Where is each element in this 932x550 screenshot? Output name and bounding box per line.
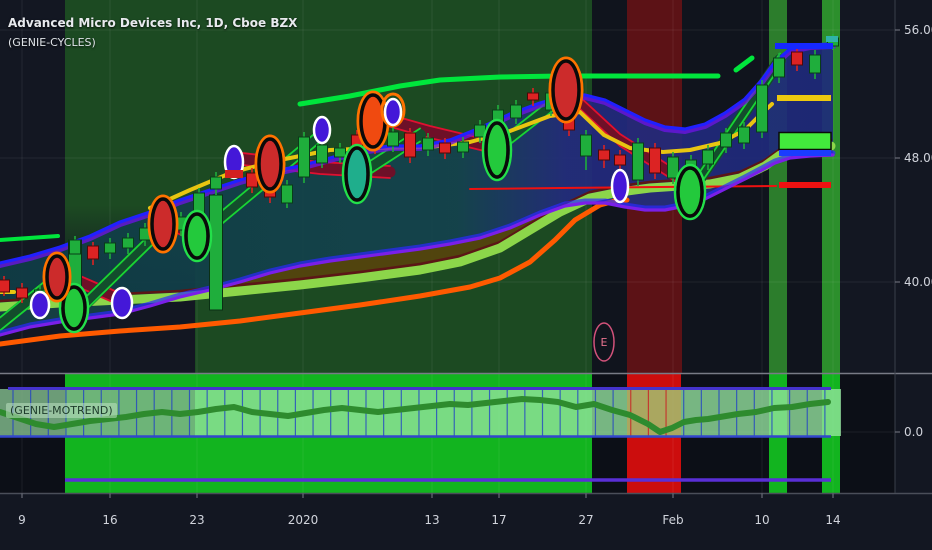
- candle-body[interactable]: [210, 176, 222, 190]
- candle-body[interactable]: [69, 239, 81, 255]
- buy-signal-oval[interactable]: [184, 212, 210, 260]
- last-value-marker: [775, 43, 833, 49]
- sell-signal-oval[interactable]: [150, 197, 176, 251]
- candle-body[interactable]: [316, 144, 328, 164]
- candle-body[interactable]: [510, 104, 522, 119]
- panel-background-band: [840, 374, 895, 493]
- candle-body[interactable]: [791, 51, 803, 66]
- candle-body[interactable]: [387, 131, 399, 147]
- candle-body[interactable]: [632, 142, 644, 181]
- lower-indicator-title[interactable]: (GENIE-MOTREND): [6, 403, 117, 418]
- last-value-marker: [826, 36, 838, 42]
- green-column-marker: [209, 194, 223, 311]
- pivot-signal-oval[interactable]: [29, 290, 51, 320]
- sell-signal-oval[interactable]: [45, 254, 69, 300]
- buy-signal-oval[interactable]: [484, 121, 510, 179]
- candle-body[interactable]: [404, 132, 416, 158]
- candle-body[interactable]: [281, 184, 293, 204]
- sell-signal-oval[interactable]: [257, 137, 283, 191]
- pivot-signal-oval[interactable]: [110, 286, 134, 320]
- candle-body[interactable]: [773, 57, 785, 78]
- candle-body[interactable]: [87, 245, 99, 260]
- candle-body[interactable]: [614, 154, 626, 166]
- last-value-marker: [779, 182, 831, 188]
- candle-body[interactable]: [422, 137, 434, 151]
- event-label: E: [601, 336, 608, 349]
- pivot-red-bar: [225, 170, 243, 178]
- candle-body[interactable]: [738, 126, 750, 144]
- candle-body[interactable]: [457, 141, 469, 153]
- candle-body[interactable]: [527, 92, 539, 101]
- candle-body[interactable]: [16, 287, 28, 299]
- candle-body[interactable]: [702, 149, 714, 165]
- candle-body[interactable]: [720, 132, 732, 148]
- buy-signal-oval[interactable]: [676, 166, 704, 218]
- top-signal-oval[interactable]: [359, 93, 387, 149]
- candle-body[interactable]: [0, 279, 10, 293]
- trading-chart-app: E56.0048.0040.000.0916232020131727Feb101…: [0, 0, 932, 550]
- last-value-marker: [778, 131, 832, 151]
- chart-canvas[interactable]: E56.0048.0040.000.0916232020131727Feb101…: [0, 0, 932, 550]
- price-axis[interactable]: [895, 0, 932, 494]
- last-value-marker: [779, 150, 831, 156]
- candle-body[interactable]: [298, 136, 310, 178]
- buy-signal-oval[interactable]: [344, 146, 370, 202]
- pivot-signal-oval[interactable]: [312, 115, 332, 145]
- last-value-marker: [777, 95, 831, 101]
- candle-body[interactable]: [809, 54, 821, 74]
- candle-body[interactable]: [580, 134, 592, 157]
- pivot-signal-oval[interactable]: [610, 168, 630, 204]
- background-band: [840, 0, 895, 373]
- candle-body[interactable]: [598, 149, 610, 161]
- candle-body[interactable]: [649, 147, 661, 174]
- candle-body[interactable]: [667, 156, 679, 179]
- time-axis[interactable]: [0, 494, 932, 550]
- candle-body[interactable]: [104, 242, 116, 254]
- pivot-signal-oval[interactable]: [383, 97, 403, 127]
- candle-body[interactable]: [334, 147, 346, 158]
- candle-body[interactable]: [439, 142, 451, 154]
- sell-signal-oval[interactable]: [551, 59, 581, 121]
- candle-body[interactable]: [756, 84, 768, 133]
- candle-body[interactable]: [122, 237, 134, 249]
